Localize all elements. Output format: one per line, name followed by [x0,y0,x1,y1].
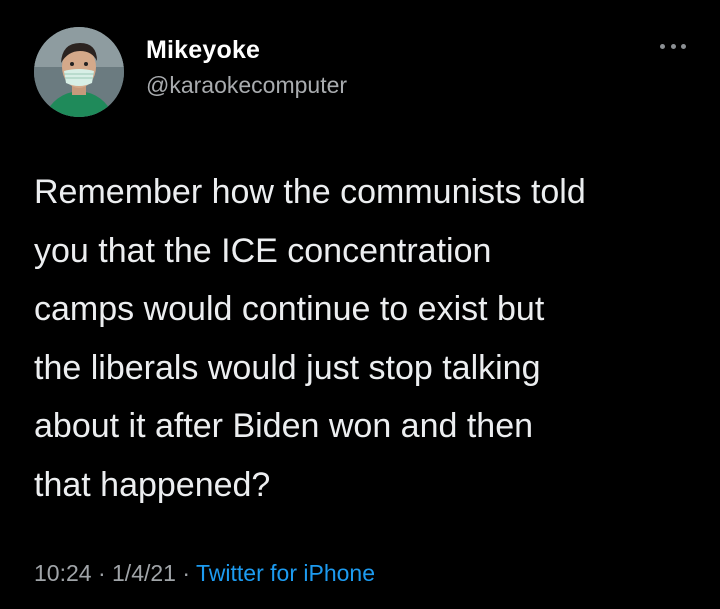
tweet-meta: 10:24 · 1/4/21 · Twitter for iPhone [34,560,375,587]
user-avatar-icon [34,27,124,117]
tweet-line: Remember how the communists told [34,173,586,211]
tweet-time[interactable]: 10:24 [34,560,92,586]
meta-separator: · [97,560,106,586]
tweet-line: that happened? [34,465,271,504]
more-dot-1 [660,43,665,49]
tweet-text: Remember how the communists told you tha… [34,163,694,514]
more-dot-3 [681,43,686,49]
meta-separator: · [182,560,191,586]
tweet-date[interactable]: 1/4/21 [112,560,176,586]
avatar[interactable] [34,27,124,117]
author-display-name[interactable]: Mikeyoke [146,36,260,65]
tweet-card: Mikeyoke @karaokecomputer Remember how t… [0,0,720,609]
more-dot-2 [670,43,676,49]
more-options-icon[interactable] [660,40,686,52]
author-handle[interactable]: @karaokecomputer [146,72,347,99]
tweet-line: you that the ICE concentration [34,231,492,270]
tweet-line: about it after Biden won and then [34,407,534,445]
tweet-line: camps would continue to exist but [34,290,545,328]
tweet-source-link[interactable]: Twitter for iPhone [196,560,375,586]
tweet-line: the liberals would just stop talking [34,348,541,387]
